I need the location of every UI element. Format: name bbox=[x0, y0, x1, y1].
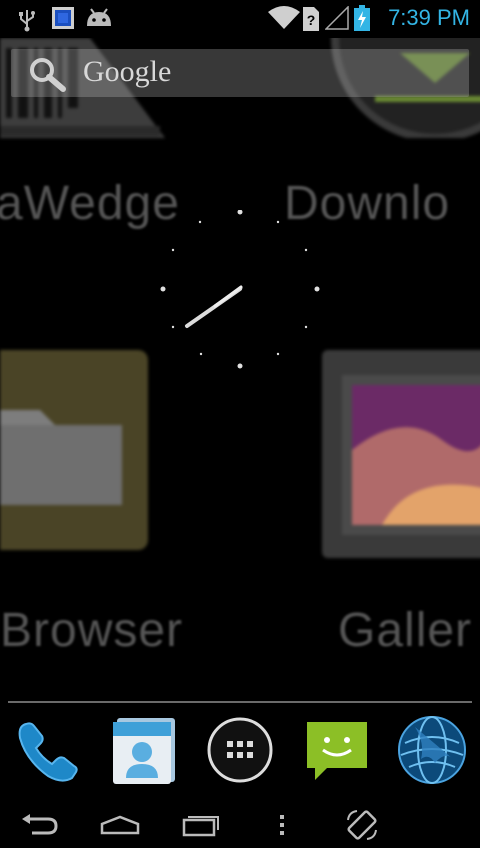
rotate-icon[interactable] bbox=[332, 806, 392, 844]
gallery-app-icon bbox=[322, 350, 480, 558]
dock-divider bbox=[8, 701, 472, 703]
app-notification-icon bbox=[52, 7, 74, 34]
navigation-bar bbox=[0, 800, 480, 848]
google-search-bar[interactable]: Google bbox=[11, 49, 469, 97]
bg-label-gallery: Galler bbox=[338, 604, 473, 657]
status-time: 7:39 PM bbox=[388, 5, 470, 30]
home-icon[interactable] bbox=[90, 806, 150, 844]
hotseat-dock bbox=[0, 710, 480, 800]
contacts-icon[interactable] bbox=[104, 710, 184, 790]
bg-label-datawedge: aWedge bbox=[0, 177, 180, 230]
menu-icon[interactable] bbox=[252, 806, 312, 844]
android-debug-icon bbox=[85, 8, 113, 33]
analog-clock[interactable] bbox=[160, 209, 320, 375]
recent-apps-icon[interactable] bbox=[170, 806, 230, 844]
bg-label-browser: Browser bbox=[0, 604, 184, 657]
browser-icon[interactable] bbox=[392, 710, 472, 790]
usb-icon bbox=[18, 8, 36, 37]
back-icon[interactable] bbox=[10, 806, 70, 844]
battery-charging-icon bbox=[354, 5, 370, 36]
no-sim-icon: ? bbox=[303, 7, 319, 36]
signal-icon bbox=[324, 5, 349, 35]
search-placeholder: Google bbox=[83, 55, 172, 88]
svg-text:?: ? bbox=[307, 12, 316, 28]
search-icon bbox=[27, 55, 71, 98]
all-apps-icon[interactable] bbox=[200, 710, 280, 790]
status-bar: ? 7:39 PM bbox=[0, 0, 480, 38]
file-browser-app-icon bbox=[0, 350, 148, 550]
messaging-icon[interactable] bbox=[296, 710, 376, 790]
phone-icon[interactable] bbox=[8, 710, 88, 790]
wifi-icon bbox=[268, 6, 300, 35]
